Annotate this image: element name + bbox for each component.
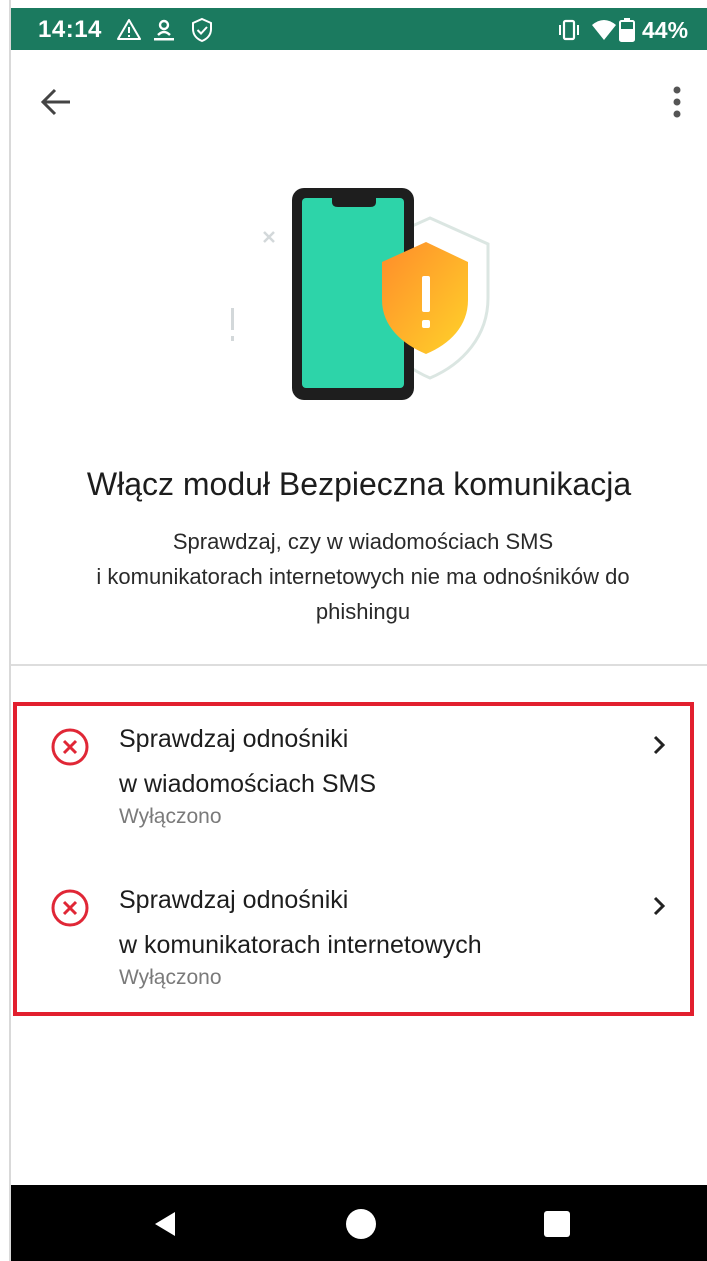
app-screen: 14:14 44% Włącz moduł Bezpieczna komunik… (0, 0, 707, 1261)
chevron-right-icon (649, 894, 669, 918)
wifi-icon (591, 17, 617, 43)
nav-home-icon[interactable] (345, 1208, 377, 1240)
setting-status: Wyłączono (119, 966, 222, 989)
description-line: i komunikatorach internetowych nie ma od… (96, 564, 630, 589)
warning-icon (116, 17, 142, 43)
status-bar: 14:14 44% (11, 8, 707, 50)
error-circle-icon (50, 888, 90, 928)
chevron-right-icon (649, 733, 669, 757)
setting-title: Sprawdzaj odnośniki w wiadomościach SMS (119, 717, 599, 807)
description-line: phishingu (315, 599, 411, 624)
battery-percentage: 44% (642, 17, 689, 43)
page-description: Sprawdzaj, czy w wiadomościach SMS i kom… (50, 524, 676, 629)
arrow-back-icon (40, 88, 70, 116)
vibrate-icon (556, 17, 582, 43)
cast-icon (151, 17, 177, 43)
setting-status: Wyłączono (119, 805, 222, 828)
description-line: Sprawdzaj, czy w wiadomościach SMS (172, 529, 554, 554)
back-button[interactable] (36, 82, 76, 122)
more-options-button[interactable] (662, 82, 692, 122)
setting-title: Sprawdzaj odnośniki w komunikatorach int… (119, 878, 599, 968)
more-vert-icon (673, 86, 681, 118)
system-nav-bar (11, 1185, 707, 1261)
section-divider (11, 664, 707, 666)
shield-check-icon (189, 17, 215, 43)
nav-back-icon[interactable] (149, 1208, 181, 1240)
setting-title-line: w wiadomościach SMS (119, 770, 377, 798)
hero-illustration (220, 180, 500, 410)
page-title: Włącz moduł Bezpieczna komunikacja (86, 466, 632, 502)
decor-cross-icon (263, 231, 275, 243)
setting-title-line: Sprawdzaj odnośniki (119, 886, 349, 914)
setting-sms-links[interactable]: Sprawdzaj odnośniki w wiadomościach SMS … (30, 725, 680, 867)
status-time: 14:14 (38, 16, 102, 43)
screen-edge (9, 0, 11, 1261)
setting-title-line: w komunikatorach internetowych (119, 931, 482, 959)
decor-exclamation-icon (231, 308, 234, 341)
setting-title-line: Sprawdzaj odnośniki (119, 725, 349, 753)
battery-icon (617, 17, 637, 43)
setting-messenger-links[interactable]: Sprawdzaj odnośniki w komunikatorach int… (30, 886, 680, 1028)
nav-recents-icon[interactable] (541, 1208, 573, 1240)
error-circle-icon (50, 727, 90, 767)
